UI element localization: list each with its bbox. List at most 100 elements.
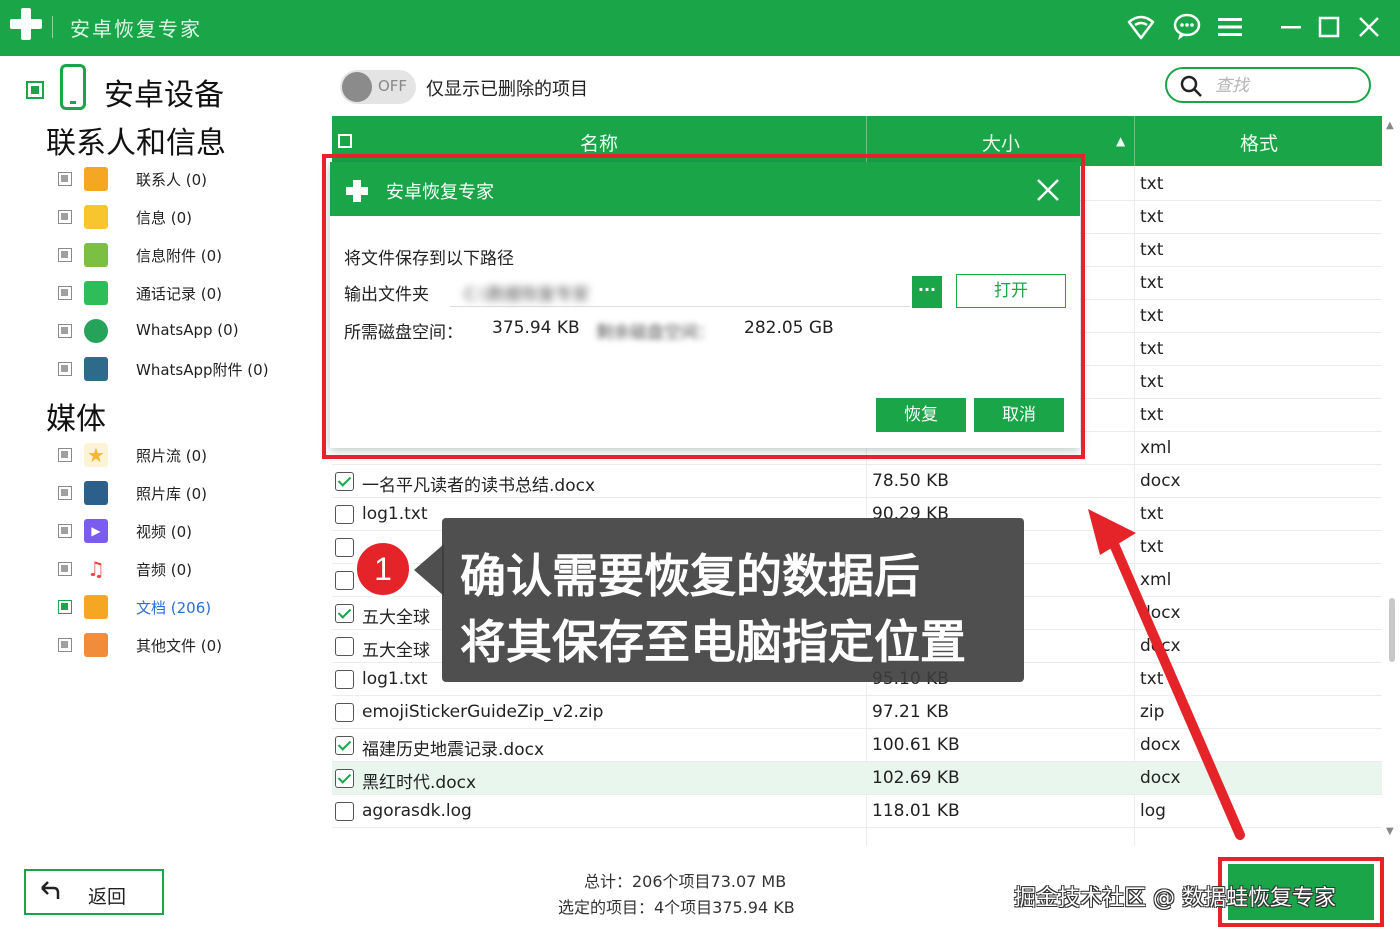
checkbox[interactable] bbox=[58, 600, 72, 614]
row-checkbox[interactable] bbox=[335, 703, 354, 722]
search-input[interactable] bbox=[1213, 74, 1357, 98]
maximize-icon[interactable] bbox=[1314, 12, 1344, 42]
deleted-only-toggle[interactable]: OFF bbox=[340, 70, 416, 104]
sidebar-item-contacts[interactable]: 联系人 (0) bbox=[56, 164, 316, 194]
sidebar-item-documents[interactable]: 文档 (206) bbox=[56, 592, 316, 622]
row-name: 一名平凡读者的读书总结.docx bbox=[362, 476, 596, 496]
menu-icon[interactable] bbox=[1215, 12, 1245, 42]
step-badge: 1 bbox=[354, 540, 412, 598]
checkbox[interactable] bbox=[58, 210, 72, 224]
sidebar-item-video[interactable]: ▶ 视频 (0) bbox=[56, 516, 316, 546]
sidebar-item-label: 其他文件 (0) bbox=[136, 637, 223, 655]
vertical-scrollbar[interactable]: ▲ ▼ bbox=[1386, 120, 1396, 840]
close-icon[interactable] bbox=[1354, 12, 1384, 42]
column-header-format[interactable]: 格式 bbox=[1240, 129, 1278, 156]
open-button[interactable]: 打开 bbox=[956, 274, 1066, 308]
scroll-thumb[interactable] bbox=[1389, 598, 1395, 662]
whatsapp-attachment-icon bbox=[84, 357, 108, 381]
sidebar-item-photo-library[interactable]: 照片库 (0) bbox=[56, 478, 316, 508]
row-format: txt bbox=[1140, 240, 1164, 260]
column-header-size[interactable]: 大小 bbox=[982, 129, 1020, 156]
select-all-checkbox[interactable] bbox=[338, 134, 352, 148]
cancel-button[interactable]: 取消 bbox=[974, 398, 1064, 432]
callout-pointer bbox=[414, 544, 444, 596]
back-button[interactable]: 返回 bbox=[24, 869, 164, 915]
checkbox[interactable] bbox=[58, 562, 72, 576]
row-format: txt bbox=[1140, 174, 1164, 194]
row-checkbox[interactable] bbox=[335, 505, 354, 524]
total-summary: 总计：206个项目73.07 MB bbox=[584, 872, 787, 891]
sort-up-icon[interactable]: ▲ bbox=[1116, 134, 1125, 148]
output-folder-label: 输出文件夹 bbox=[344, 285, 429, 305]
header-divider bbox=[1134, 116, 1135, 166]
table-row[interactable]: 福建历史地震记录.docx 100.61 KB docx bbox=[332, 729, 1382, 762]
row-format: docx bbox=[1140, 768, 1181, 788]
app-logo-icon bbox=[10, 8, 42, 40]
row-checkbox[interactable] bbox=[335, 670, 354, 689]
chat-icon[interactable] bbox=[1172, 12, 1202, 42]
sidebar-item-other-files[interactable]: 其他文件 (0) bbox=[56, 630, 316, 660]
close-icon[interactable] bbox=[1034, 176, 1062, 204]
browse-button[interactable]: ··· bbox=[912, 276, 942, 308]
sidebar-item-messages[interactable]: 信息 (0) bbox=[56, 202, 316, 232]
disk-required-label: 所需磁盘空间： bbox=[344, 323, 463, 343]
checkbox[interactable] bbox=[58, 448, 72, 462]
recover-button[interactable]: 恢复 bbox=[876, 398, 966, 432]
sidebar-item-audio[interactable]: ♫ 音频 (0) bbox=[56, 554, 316, 584]
scroll-up-icon[interactable]: ▲ bbox=[1386, 120, 1394, 131]
row-format: zip bbox=[1140, 702, 1165, 722]
row-size: 97.21 KB bbox=[872, 702, 949, 722]
row-checkbox[interactable] bbox=[335, 736, 354, 755]
row-name: 五大全球 bbox=[362, 608, 430, 628]
checkbox[interactable] bbox=[58, 248, 72, 262]
table-row[interactable]: 一名平凡读者的读书总结.docx 78.50 KB docx bbox=[332, 465, 1382, 498]
row-checkbox[interactable] bbox=[335, 637, 354, 656]
watermark: 掘金技术社区 @ 数据蛙恢复专家 bbox=[1014, 886, 1336, 911]
device-checkbox[interactable] bbox=[26, 81, 44, 99]
tutorial-callout: 确认需要恢复的数据后 将其保存至电脑指定位置 bbox=[442, 518, 1024, 682]
row-format: txt bbox=[1140, 306, 1164, 326]
photo-stream-icon: ★ bbox=[84, 443, 108, 467]
sidebar-item-whatsapp-attachments[interactable]: WhatsApp附件 (0) bbox=[56, 354, 316, 384]
toggle-label: 仅显示已删除的项目 bbox=[426, 79, 588, 100]
row-name: 福建历史地震记录.docx bbox=[362, 740, 545, 760]
row-size: 118.01 KB bbox=[872, 801, 960, 821]
sidebar-item-label: 信息附件 (0) bbox=[136, 247, 223, 265]
row-checkbox[interactable] bbox=[335, 604, 354, 623]
row-checkbox[interactable] bbox=[335, 802, 354, 821]
scroll-down-icon[interactable]: ▼ bbox=[1386, 826, 1394, 837]
row-size: 102.69 KB bbox=[872, 768, 960, 788]
checkbox[interactable] bbox=[58, 486, 72, 500]
section-title-media: 媒体 bbox=[46, 402, 106, 437]
title-separator bbox=[52, 16, 53, 38]
photo-library-icon bbox=[84, 481, 108, 505]
column-header-name[interactable]: 名称 bbox=[580, 129, 618, 156]
table-row[interactable]: agorasdk.log 118.01 KB log bbox=[332, 795, 1382, 828]
row-format: docx bbox=[1140, 735, 1181, 755]
table-row[interactable]: emojiStickerGuideZip_v2.zip 97.21 KB zip bbox=[332, 696, 1382, 729]
search-box[interactable] bbox=[1165, 67, 1371, 103]
row-checkbox[interactable] bbox=[335, 538, 354, 557]
call-log-icon bbox=[84, 281, 108, 305]
toggle-state: OFF bbox=[378, 77, 408, 95]
row-checkbox[interactable] bbox=[335, 571, 354, 590]
checkbox[interactable] bbox=[58, 286, 72, 300]
checkbox[interactable] bbox=[58, 172, 72, 186]
checkbox[interactable] bbox=[58, 524, 72, 538]
row-checkbox[interactable] bbox=[335, 472, 354, 491]
sidebar-item-whatsapp[interactable]: WhatsApp (0) bbox=[56, 316, 316, 346]
checkbox[interactable] bbox=[58, 362, 72, 376]
minimize-icon[interactable] bbox=[1276, 12, 1306, 42]
table-row[interactable]: 黑红时代.docx 102.69 KB docx bbox=[332, 762, 1382, 795]
checkbox[interactable] bbox=[58, 638, 72, 652]
sidebar-item-call-log[interactable]: 通话记录 (0) bbox=[56, 278, 316, 308]
row-checkbox[interactable] bbox=[335, 769, 354, 788]
sidebar: 安卓设备 联系人和信息 联系人 (0) 信息 (0) 信息附件 (0) 通话记录… bbox=[0, 56, 318, 846]
sidebar-item-message-attachments[interactable]: 信息附件 (0) bbox=[56, 240, 316, 270]
checkbox[interactable] bbox=[58, 324, 72, 338]
row-name: log1.txt bbox=[362, 504, 428, 524]
search-icon bbox=[1180, 75, 1202, 97]
wifi-icon[interactable] bbox=[1126, 12, 1156, 42]
output-path-field[interactable]: C:\数据恢复专家 bbox=[450, 274, 910, 307]
sidebar-item-photo-stream[interactable]: ★ 照片流 (0) bbox=[56, 440, 316, 470]
